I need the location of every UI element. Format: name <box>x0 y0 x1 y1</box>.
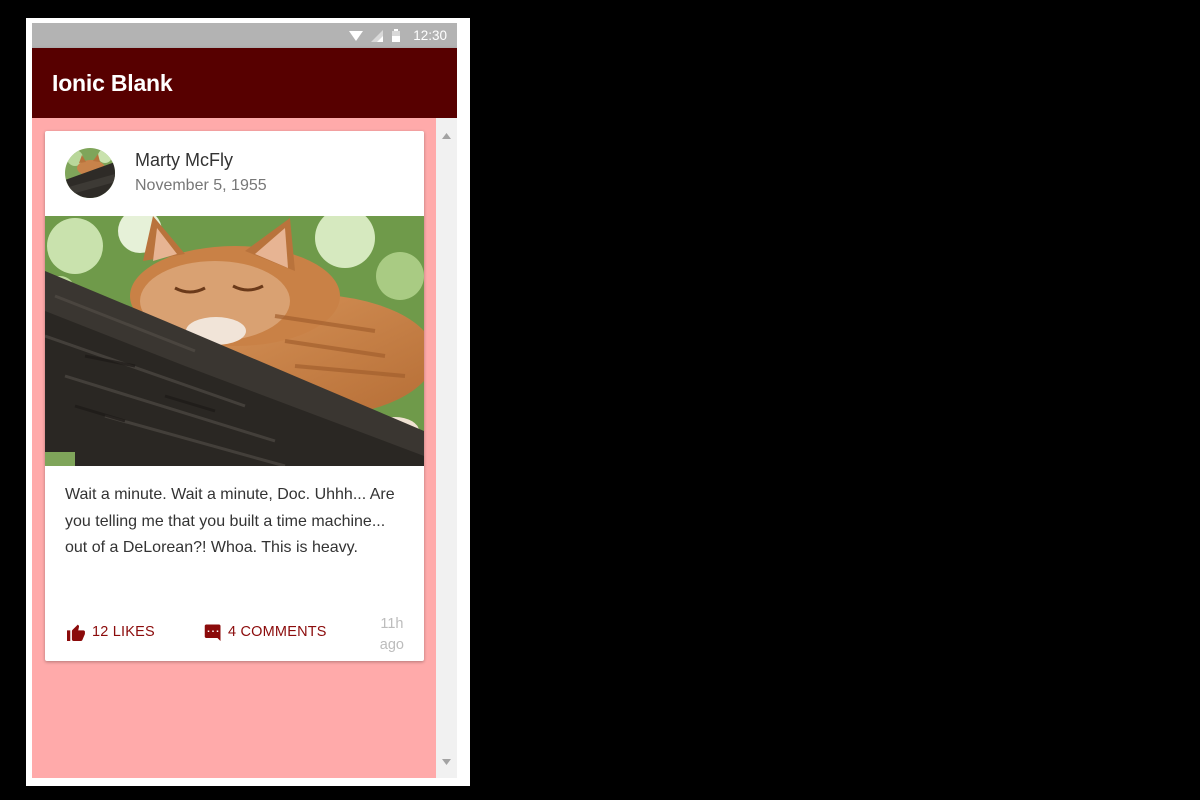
status-bar: 12:30 <box>32 23 457 48</box>
wifi-icon <box>349 30 364 42</box>
comments-button[interactable]: 4 COMMENTS <box>204 623 327 641</box>
post-text: Wait a minute. Wait a minute, Doc. Uhhh.… <box>65 486 395 556</box>
signal-icon <box>371 29 384 42</box>
thumbs-up-icon <box>66 623 86 641</box>
app-screen: 12:30 Ionic Blank Marty McFly November 5… <box>32 23 457 778</box>
post-card: Marty McFly November 5, 1955 Wait a minu… <box>45 131 424 661</box>
comments-label: 4 COMMENTS <box>228 624 327 640</box>
toolbar-title: Ionic Blank <box>52 70 173 96</box>
battery-icon <box>391 29 401 42</box>
timestamp-value: 11h <box>380 616 404 632</box>
app-toolbar: Ionic Blank <box>32 48 457 118</box>
post-date: November 5, 1955 <box>135 177 267 194</box>
timestamp-suffix: ago <box>379 637 404 653</box>
content-area[interactable]: Marty McFly November 5, 1955 Wait a minu… <box>32 118 436 778</box>
likes-label: 12 LIKES <box>92 624 155 640</box>
avatar[interactable] <box>65 148 115 198</box>
scrollbar[interactable] <box>436 118 457 778</box>
scroll-up-icon[interactable] <box>442 126 451 144</box>
scroll-down-icon[interactable] <box>442 752 451 770</box>
status-time: 12:30 <box>413 28 447 43</box>
card-footer: 12 LIKES 4 COMMENTS 11h ago <box>45 607 424 661</box>
likes-button[interactable]: 12 LIKES <box>66 623 155 641</box>
post-timestamp: 11h ago <box>380 614 404 656</box>
comment-icon <box>204 623 222 641</box>
author-name: Marty McFly <box>135 150 233 170</box>
post-image <box>45 216 424 466</box>
